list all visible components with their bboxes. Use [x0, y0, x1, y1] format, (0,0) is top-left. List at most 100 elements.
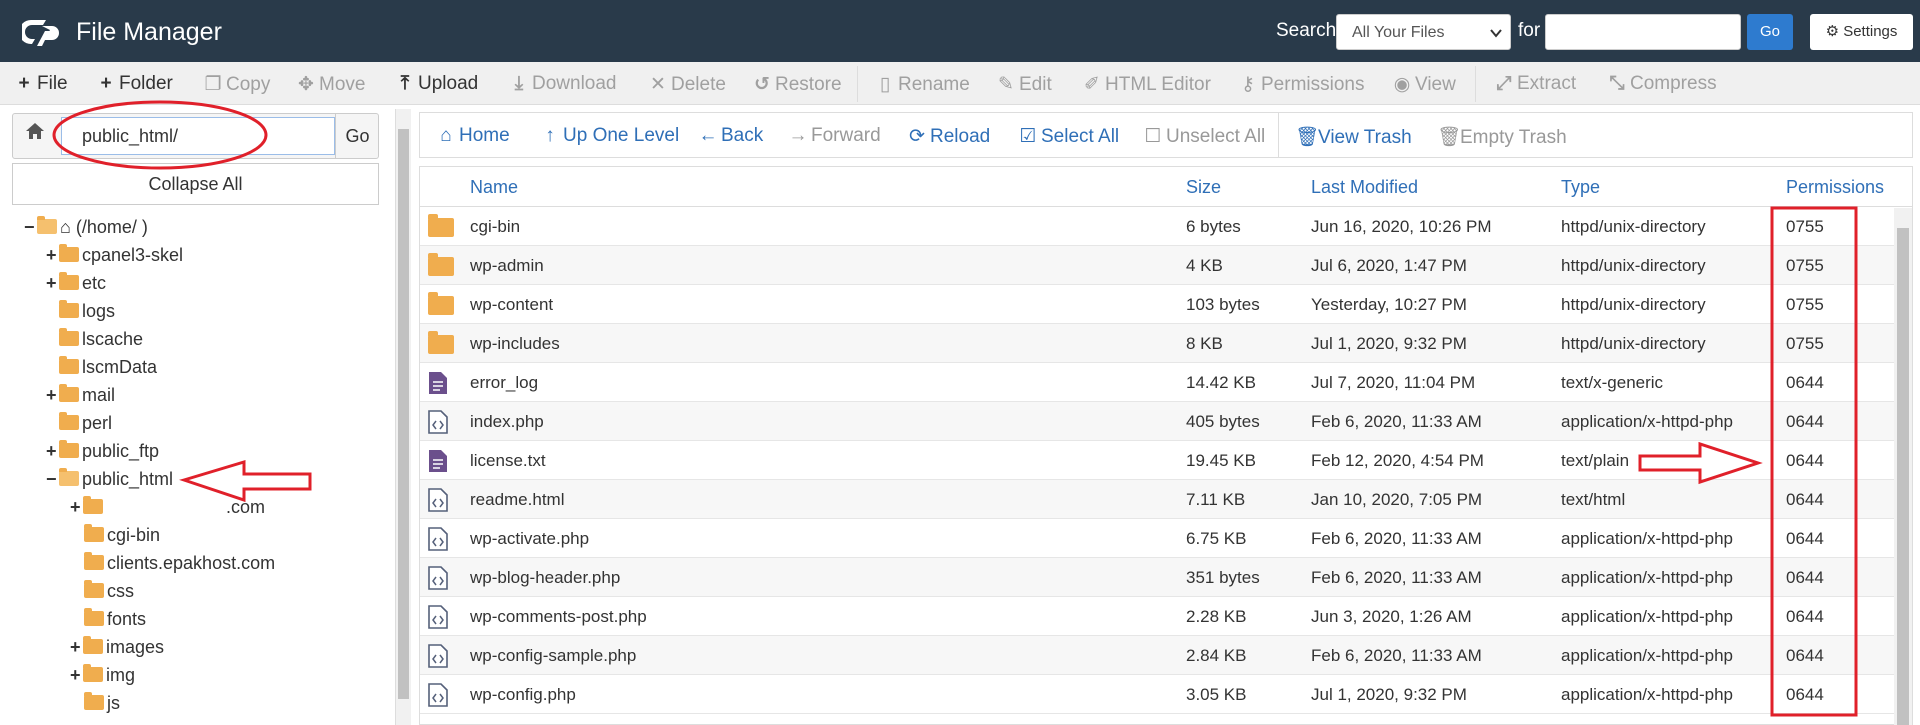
tree-item[interactable]: + etc [46, 272, 106, 299]
table-row[interactable]: wp-activate.php 6.75 KB Feb 6, 2020, 11:33… [420, 519, 1894, 558]
restore-button[interactable]: ↺ Restore [752, 73, 842, 96]
trash-icon: 🗑 [1295, 127, 1320, 148]
table-row[interactable]: error_log 14.42 KB Jul 7, 2020, 11:04 PM te… [420, 363, 1894, 402]
for-label: for [1518, 20, 1541, 41]
new-folder-button[interactable]: + Folder [96, 73, 172, 95]
table-row[interactable]: license.txt 19.45 KB Feb 12, 2020, 4:54 PM… [420, 441, 1894, 480]
column-header-size[interactable]: Size [1186, 177, 1221, 198]
search-scope-select[interactable]: All Your Files [1336, 14, 1511, 50]
view-button[interactable]: ◉ View [1392, 73, 1456, 96]
reload-button[interactable]: ⟳ Reload [907, 125, 990, 148]
copy-button[interactable]: ❐ Copy [203, 73, 270, 96]
table-header: Name Size Last Modified Type Permissions [420, 167, 1912, 207]
expand-toggle-icon[interactable]: + [70, 637, 83, 658]
search-go-button[interactable]: Go [1747, 14, 1793, 50]
delete-button[interactable]: ✕ Delete [648, 73, 726, 96]
empty-trash-button[interactable]: 🗑Empty Trash [1437, 125, 1567, 149]
file-type: application/x-httpd-php [1561, 646, 1734, 665]
new-file-button[interactable]: + File [14, 73, 67, 95]
expand-toggle-icon[interactable]: + [46, 245, 59, 266]
path-input[interactable]: public_html/ [61, 117, 335, 155]
rename-button[interactable]: ▯ Rename [875, 73, 970, 96]
table-row[interactable]: wp-config-sample.php 2.84 KB Feb 6, 2020, … [420, 636, 1894, 675]
upload-icon: ⤒ [400, 73, 410, 94]
table-row[interactable]: wp-blog-header.php 351 bytes Feb 6, 2020, … [420, 558, 1894, 597]
tree-item[interactable]: + public_ftp [46, 440, 159, 467]
table-row[interactable]: wp-content 103 bytes Yesterday, 10:27 PM ht… [420, 285, 1894, 324]
column-header-name[interactable]: Name [470, 177, 518, 198]
tree-item[interactable]: + images [70, 636, 164, 663]
nav-divider [1278, 113, 1279, 157]
folder-icon [83, 636, 103, 654]
tree-item[interactable]: lscache [59, 328, 143, 355]
tree-item[interactable]: cgi-bin [84, 524, 160, 551]
table-row[interactable]: wp-comments-post.php 2.28 KB Jun 3, 2020, … [420, 597, 1894, 636]
expand-toggle-icon[interactable]: + [46, 273, 59, 294]
tree-item[interactable]: perl [59, 412, 112, 439]
edit-button[interactable]: ✎ Edit [996, 73, 1052, 96]
expand-icon: ⤢ [1496, 73, 1512, 94]
tree-item[interactable]: lscmData [59, 356, 157, 383]
tree-item[interactable]: + mail [46, 384, 115, 411]
expand-toggle-icon[interactable]: + [70, 665, 83, 686]
table-row[interactable]: readme.html 7.11 KB Jan 10, 2020, 7:05 PM t… [420, 480, 1894, 519]
tree-item[interactable]: + cpanel3-skel [46, 244, 183, 271]
tree-scrollbar[interactable] [395, 109, 411, 725]
back-button[interactable]: ← Back [698, 125, 764, 147]
file-modified: Jan 10, 2020, 7:05 PM [1311, 490, 1483, 509]
tree-item[interactable]: fonts [84, 608, 146, 635]
tree-item[interactable]: + img [70, 664, 135, 691]
column-header-permissions[interactable]: Permissions [1786, 177, 1884, 198]
scrollbar-thumb[interactable] [398, 129, 409, 699]
tree-root[interactable]: − ⌂ (/home/ ) [24, 216, 148, 243]
file-permissions: 0755 [1786, 217, 1824, 236]
column-header-modified[interactable]: Last Modified [1311, 177, 1418, 198]
tree-item-public-html[interactable]: − public_html [46, 468, 173, 495]
search-label: Search [1276, 20, 1337, 41]
reload-icon: ⟳ [909, 126, 925, 147]
extract-button[interactable]: ⤢ Extract [1494, 73, 1576, 95]
table-row[interactable]: cgi-bin 6 bytes Jun 16, 2020, 10:26 PM http… [420, 207, 1894, 246]
view-trash-button[interactable]: 🗑View Trash [1295, 125, 1412, 149]
select-all-button[interactable]: ☑ Select All [1018, 125, 1119, 148]
tree-item[interactable]: js [84, 692, 120, 719]
settings-button[interactable]: ⚙ Settings [1810, 14, 1913, 50]
column-header-type[interactable]: Type [1561, 177, 1600, 198]
move-button[interactable]: ✥ Move [296, 73, 365, 96]
tree-item[interactable]: clients.epakhost.com [84, 552, 275, 579]
table-scrollbar[interactable] [1894, 208, 1912, 725]
expand-toggle-icon[interactable]: + [70, 497, 83, 518]
expand-toggle-icon[interactable]: + [46, 441, 59, 462]
trash-icon: 🗑 [1437, 127, 1462, 148]
collapse-all-button[interactable]: Collapse All [12, 163, 379, 205]
tree-item[interactable]: logs [59, 300, 115, 327]
collapse-toggle-icon[interactable]: − [46, 469, 59, 490]
path-go-button[interactable]: Go [335, 114, 379, 158]
folder-icon [84, 692, 104, 710]
permissions-button[interactable]: ⚷ Permissions [1238, 73, 1364, 96]
table-row[interactable]: wp-includes 8 KB Jul 1, 2020, 9:32 PM httpd… [420, 324, 1894, 363]
folder-icon [59, 384, 79, 402]
file-modified: Jul 1, 2020, 9:32 PM [1311, 334, 1467, 353]
table-row[interactable]: index.php 405 bytes Feb 6, 2020, 11:33 AM a… [420, 402, 1894, 441]
compress-button[interactable]: ⤡ Compress [1607, 73, 1716, 95]
file-size: 2.28 KB [1186, 607, 1247, 626]
tree-item[interactable]: + .com [70, 496, 265, 523]
download-button[interactable]: ⤓ Download [509, 73, 617, 95]
tree-item[interactable]: css [84, 580, 134, 607]
forward-button[interactable]: → Forward [788, 125, 881, 147]
table-row[interactable]: wp-config.php 3.05 KB Jul 1, 2020, 9:32 PM… [420, 675, 1894, 714]
scrollbar-thumb[interactable] [1897, 228, 1909, 725]
up-one-level-button[interactable]: ↑ Up One Level [540, 125, 679, 147]
folder-icon [59, 356, 79, 374]
collapse-toggle-icon[interactable]: − [24, 217, 37, 238]
upload-button[interactable]: ⤒ Upload [395, 73, 478, 95]
file-permissions: 0755 [1786, 295, 1824, 314]
home-button[interactable]: ⌂ Home [436, 125, 509, 147]
home-icon[interactable] [13, 114, 57, 158]
unselect-all-button[interactable]: ☐ Unselect All [1143, 125, 1265, 148]
search-input[interactable] [1545, 14, 1741, 50]
html-editor-button[interactable]: ✐ HTML Editor [1082, 73, 1211, 96]
table-row[interactable]: wp-admin 4 KB Jul 6, 2020, 1:47 PM httpd/un… [420, 246, 1894, 285]
expand-toggle-icon[interactable]: + [46, 385, 59, 406]
